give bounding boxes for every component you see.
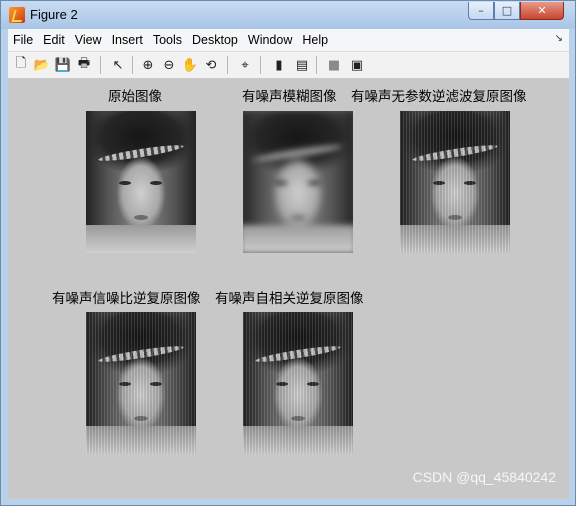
rotate-3d-icon[interactable]: ⟲ xyxy=(202,56,220,74)
subplot-title-inverse-filter: 有噪声无参数逆滤波复原图像 xyxy=(351,89,527,105)
dock-arrow-icon[interactable]: ↘ xyxy=(555,33,563,44)
new-figure-icon[interactable]: 🗋 xyxy=(12,56,30,74)
toolbar-separator xyxy=(260,56,261,74)
menu-help[interactable]: Help xyxy=(297,29,333,51)
toolbar-separator xyxy=(316,56,317,74)
menu-file[interactable]: File xyxy=(8,29,38,51)
menu-desktop[interactable]: Desktop xyxy=(187,29,243,51)
window-title: Figure 2 xyxy=(30,7,78,22)
print-icon[interactable]: 🖶 xyxy=(75,56,93,74)
subplot-title-original: 原始图像 xyxy=(108,89,162,105)
figure-toolbar: 🗋 📂 💾 🖶 ↖ ⊕ ⊖ ✋ ⟲ ⌖ ▮ ▤ ■ ▣ xyxy=(8,52,569,79)
show-plot-tools-icon[interactable]: ▣ xyxy=(348,56,366,74)
subplot-image-blurred xyxy=(243,111,353,253)
toolbar-separator xyxy=(100,56,101,74)
zoom-out-icon[interactable]: ⊖ xyxy=(160,56,178,74)
menu-window[interactable]: Window xyxy=(243,29,297,51)
save-icon[interactable]: 💾 xyxy=(54,56,72,74)
zoom-in-icon[interactable]: ⊕ xyxy=(139,56,157,74)
menu-tools[interactable]: Tools xyxy=(148,29,187,51)
menu-view[interactable]: View xyxy=(70,29,107,51)
colorbar-icon[interactable]: ▮ xyxy=(270,56,288,74)
client-area: File Edit View Insert Tools Desktop Wind… xyxy=(8,29,569,499)
figure-canvas: 原始图像 有噪声模糊图像 有噪声无参数逆滤波复原图像 有噪声信噪比逆复原图像 有… xyxy=(8,79,569,499)
menu-edit[interactable]: Edit xyxy=(38,29,70,51)
subplot-title-blurred: 有噪声模糊图像 xyxy=(242,89,337,105)
subplot-title-autocorr-restore: 有噪声自相关逆复原图像 xyxy=(215,291,364,307)
watermark-text: CSDN @qq_45840242 xyxy=(412,469,556,485)
subplot-image-snr-restore xyxy=(86,312,196,454)
minimize-button[interactable]: – xyxy=(468,2,494,20)
open-file-icon[interactable]: 📂 xyxy=(33,56,51,74)
data-cursor-icon[interactable]: ⌖ xyxy=(236,56,254,74)
title-bar[interactable]: Figure 2 – □ ✕ xyxy=(1,1,575,29)
subplot-title-snr-restore: 有噪声信噪比逆复原图像 xyxy=(52,291,201,307)
legend-icon[interactable]: ▤ xyxy=(293,56,311,74)
menu-bar: File Edit View Insert Tools Desktop Wind… xyxy=(8,29,569,52)
menu-insert[interactable]: Insert xyxy=(107,29,148,51)
toolbar-separator xyxy=(132,56,133,74)
edit-plot-arrow-icon[interactable]: ↖ xyxy=(109,56,127,74)
subplot-image-autocorr-restore xyxy=(243,312,353,454)
subplot-image-original xyxy=(86,111,196,253)
figure-window: Figure 2 – □ ✕ File Edit View Insert Too… xyxy=(0,0,576,506)
close-button[interactable]: ✕ xyxy=(520,2,564,20)
matlab-logo-icon xyxy=(9,7,25,23)
subplot-image-inverse-filter xyxy=(400,111,510,253)
maximize-button[interactable]: □ xyxy=(494,2,520,20)
hide-plot-tools-icon[interactable]: ■ xyxy=(325,56,343,74)
pan-hand-icon[interactable]: ✋ xyxy=(181,56,199,74)
toolbar-separator xyxy=(227,56,228,74)
